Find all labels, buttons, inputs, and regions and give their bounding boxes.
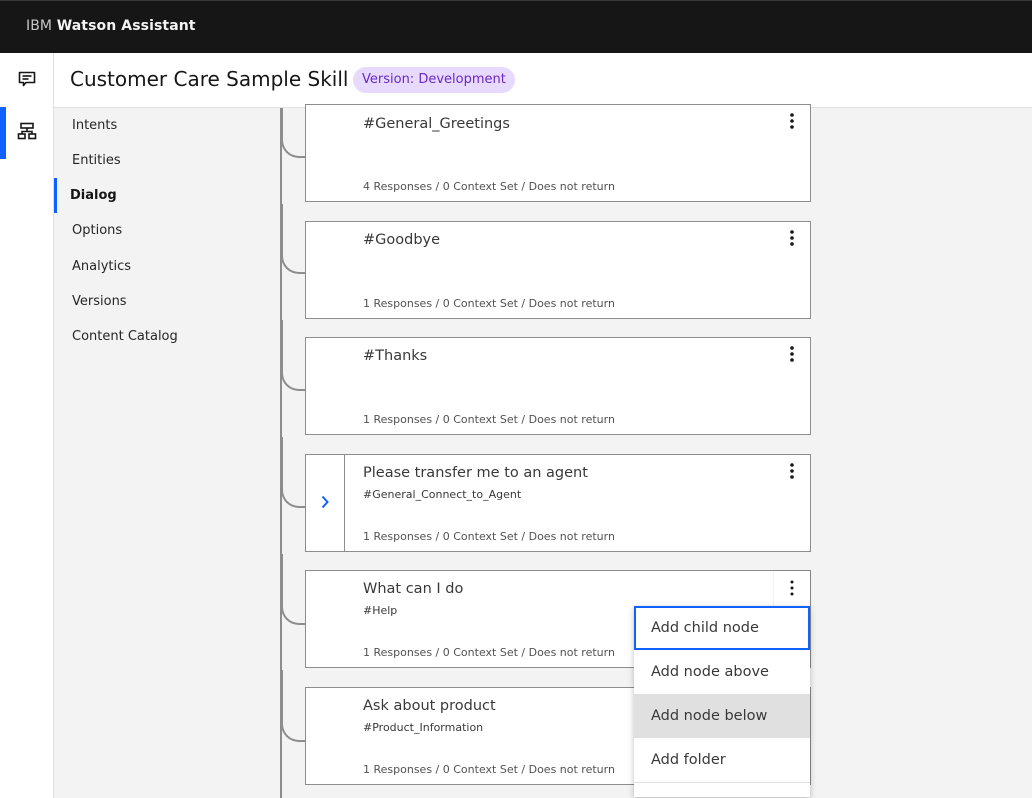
overflow-menu-icon: [789, 229, 795, 251]
rail-item-assistants[interactable]: [0, 55, 53, 107]
menu-item-next[interactable]: [634, 783, 810, 797]
dialog-node[interactable]: #Thanks 1 Responses / 0 Context Set / Do…: [305, 337, 811, 435]
app-brand[interactable]: IBM Watson Assistant: [26, 18, 196, 34]
node-meta: 1 Responses / 0 Context Set / Does not r…: [363, 763, 615, 776]
node-name: #Goodbye: [363, 232, 441, 248]
node-meta: 1 Responses / 0 Context Set / Does not r…: [363, 530, 615, 543]
tree-branch-line: [281, 670, 306, 742]
dialog-node[interactable]: Please transfer me to an agent #General_…: [305, 454, 811, 552]
node-options-button[interactable]: [774, 455, 810, 491]
sidebar-item-analytics[interactable]: Analytics: [54, 249, 280, 284]
node-name: #General_Greetings: [363, 116, 510, 132]
node-meta: 1 Responses / 0 Context Set / Does not r…: [363, 297, 615, 310]
menu-item-add-child-node[interactable]: Add child node: [634, 606, 810, 650]
version-badge: Version: Development: [353, 67, 515, 93]
node-options-button[interactable]: [774, 338, 810, 374]
overflow-menu-icon: [789, 345, 795, 367]
node-overflow-menu: Add child node Add node above Add node b…: [634, 606, 810, 797]
node-meta: 1 Responses / 0 Context Set / Does not r…: [363, 413, 615, 426]
tree-branch-line: [281, 320, 306, 391]
sidebar-item-intents[interactable]: Intents: [54, 108, 280, 143]
dialog-node[interactable]: #General_Greetings 4 Responses / 0 Conte…: [305, 104, 811, 202]
node-options-button[interactable]: [774, 105, 810, 141]
sidebar-item-entities[interactable]: Entities: [54, 143, 280, 178]
node-options-button[interactable]: [774, 222, 810, 258]
page-title: Customer Care Sample Skill: [70, 67, 349, 91]
node-name: What can I do: [363, 581, 464, 597]
node-meta: 4 Responses / 0 Context Set / Does not r…: [363, 180, 615, 193]
sidebar-item-options[interactable]: Options: [54, 213, 280, 248]
chevron-right-icon: [320, 494, 330, 513]
node-condition: #Product_Information: [363, 721, 484, 734]
menu-item-add-folder[interactable]: Add folder: [634, 738, 810, 782]
tree-branch-line: [281, 108, 306, 158]
sidebar-item-versions[interactable]: Versions: [54, 284, 280, 319]
tree-branch-line: [281, 204, 306, 274]
sidebar-item-dialog[interactable]: Dialog: [54, 178, 280, 213]
node-name: #Thanks: [363, 348, 428, 364]
dialog-node[interactable]: #Goodbye 1 Responses / 0 Context Set / D…: [305, 221, 811, 319]
top-bar: IBM Watson Assistant: [0, 0, 1032, 53]
skill-sidebar: Intents Entities Dialog Options Analytic…: [54, 108, 280, 798]
left-rail: [0, 53, 54, 798]
expand-children-button[interactable]: [306, 455, 345, 551]
overflow-menu-icon: [789, 112, 795, 134]
brand-name: Watson Assistant: [56, 18, 196, 34]
menu-item-add-node-below[interactable]: Add node below: [634, 694, 810, 738]
page-header: Customer Care Sample Skill Version: Deve…: [54, 53, 1032, 108]
overflow-menu-icon: [789, 462, 795, 484]
menu-item-add-node-above[interactable]: Add node above: [634, 650, 810, 694]
node-name: Ask about product: [363, 698, 496, 714]
chat-icon: [17, 69, 37, 93]
node-options-button[interactable]: [774, 571, 810, 609]
tree-branch-line: [281, 437, 306, 508]
overflow-menu-icon: [789, 579, 795, 601]
skills-icon: [17, 121, 37, 145]
node-condition: #Help: [363, 604, 398, 617]
brand-prefix: IBM: [26, 18, 53, 34]
tree-branch-line: [281, 554, 306, 625]
sidebar-item-content-catalog[interactable]: Content Catalog: [54, 319, 280, 354]
node-condition: #General_Connect_to_Agent: [363, 488, 522, 501]
rail-item-skills[interactable]: [0, 107, 53, 159]
node-name: Please transfer me to an agent: [363, 465, 588, 481]
node-meta: 1 Responses / 0 Context Set / Does not r…: [363, 646, 615, 659]
